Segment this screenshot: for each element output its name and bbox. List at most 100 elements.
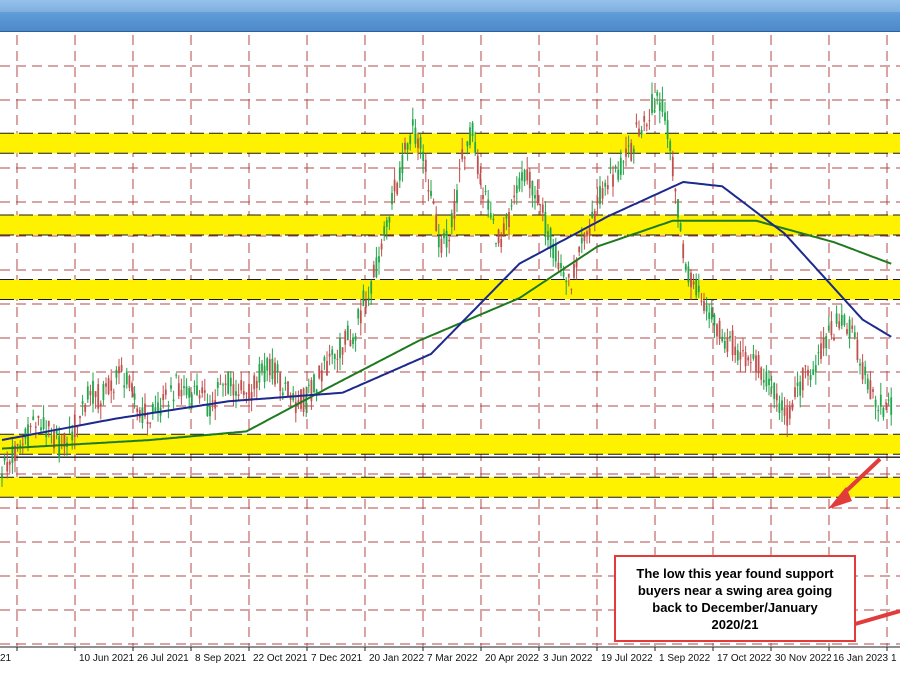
candle-body — [658, 102, 661, 111]
candle-body — [518, 178, 521, 189]
candle-body — [853, 332, 856, 338]
candle-body — [432, 201, 435, 204]
candle-body — [463, 157, 466, 159]
candle-body — [344, 331, 347, 345]
candle-body — [580, 238, 583, 244]
candle-body — [255, 380, 258, 389]
candle-body — [502, 223, 505, 235]
x-tick-label: 22 Oct 2021 — [253, 653, 308, 664]
candle-body — [762, 379, 765, 383]
candle-body — [419, 137, 422, 149]
x-tick-label: 16 Jan 2023 — [833, 653, 888, 664]
candle-body — [471, 122, 474, 136]
candle-body — [523, 170, 526, 182]
candle-body — [700, 300, 703, 302]
candle-body — [544, 211, 547, 234]
candle-body — [235, 391, 237, 396]
candle-body — [110, 380, 113, 391]
candle-body — [786, 407, 789, 426]
candle-body — [469, 127, 471, 146]
candle-body — [588, 227, 591, 237]
candle-body — [112, 391, 115, 393]
candle-body — [219, 383, 222, 385]
candle-body — [791, 403, 794, 410]
candle-body — [375, 257, 378, 278]
x-tick-label: 10 Jun 2021 — [79, 653, 134, 664]
candle-body — [331, 349, 334, 355]
candle-body — [768, 378, 770, 386]
candle-body — [536, 189, 539, 204]
candle-body — [305, 396, 308, 410]
candle-body — [484, 190, 487, 192]
candle-body — [211, 400, 214, 402]
candle-body — [716, 324, 718, 337]
x-tick-label: 20 Apr 2022 — [485, 653, 539, 664]
candle-body — [885, 402, 887, 404]
candle-body — [515, 185, 518, 194]
x-tick-label: 7 Dec 2021 — [311, 653, 363, 664]
candle-body — [24, 428, 27, 439]
candle-body — [92, 380, 94, 404]
candle-body — [531, 180, 534, 196]
candle-body — [617, 169, 620, 180]
candle-body — [393, 179, 396, 192]
candle-body — [328, 353, 331, 357]
candle-body — [320, 370, 323, 382]
candle-body — [253, 375, 256, 390]
candle-body — [224, 383, 227, 386]
candle-body — [796, 382, 799, 386]
candle-body — [313, 374, 315, 393]
candle-body — [799, 381, 802, 396]
candle-body — [744, 352, 747, 367]
candle-body — [591, 211, 594, 218]
candle-body — [583, 233, 586, 242]
candle-body — [445, 230, 448, 248]
candle-body — [653, 109, 656, 113]
candle-body — [718, 320, 721, 339]
candle-body — [814, 365, 817, 373]
candle-body — [216, 382, 219, 388]
candle-body — [453, 200, 456, 219]
candle-body — [609, 167, 612, 169]
candle-body — [684, 264, 687, 271]
candle-body — [869, 380, 872, 400]
x-axis: 21 10 Jun 2021 26 Jul 2021 8 Sep 2021 22 Oct… — [0, 646, 900, 664]
candle-body — [809, 375, 812, 380]
candle-body — [765, 371, 768, 387]
window-titlebar[interactable] — [0, 0, 900, 32]
candle-body — [612, 174, 614, 187]
candle-body — [16, 444, 19, 446]
candle-body — [726, 337, 729, 352]
candle-body — [825, 336, 828, 349]
candle-body — [266, 358, 269, 371]
candle-body — [448, 239, 451, 242]
candle-body — [539, 204, 542, 206]
candle-body — [505, 216, 508, 219]
candle-body — [193, 385, 196, 387]
candle-body — [414, 127, 417, 144]
candle-body — [164, 389, 167, 395]
candle-body — [261, 363, 263, 372]
candle-body — [404, 142, 406, 150]
candle-body — [721, 336, 724, 342]
candle-body — [705, 305, 708, 312]
candle-body — [99, 403, 102, 407]
candle-body — [619, 157, 622, 175]
candle-body — [606, 185, 609, 190]
candle-body — [123, 385, 126, 388]
candle-body — [287, 381, 289, 397]
candle-body — [157, 402, 159, 412]
candle-body — [279, 373, 282, 391]
candle-body — [747, 357, 750, 361]
candle-body — [614, 166, 617, 168]
candle-body — [190, 394, 193, 408]
candle-body — [604, 182, 607, 187]
candle-body — [154, 407, 157, 412]
x-tick-label: 1 Sep 2022 — [659, 653, 711, 664]
candle-body — [237, 394, 240, 396]
support-band — [0, 133, 900, 154]
candle-body — [690, 272, 692, 288]
candle-body — [757, 355, 760, 374]
candle-body — [846, 329, 848, 334]
candle-body — [370, 281, 373, 294]
